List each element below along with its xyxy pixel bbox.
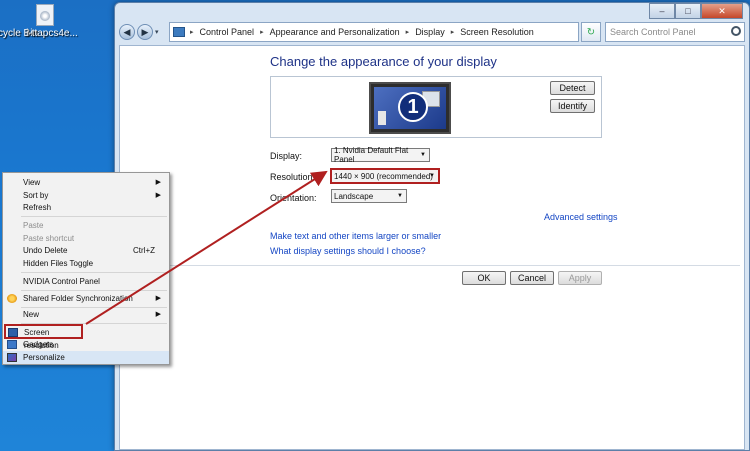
annotation-arrow bbox=[85, 170, 328, 325]
